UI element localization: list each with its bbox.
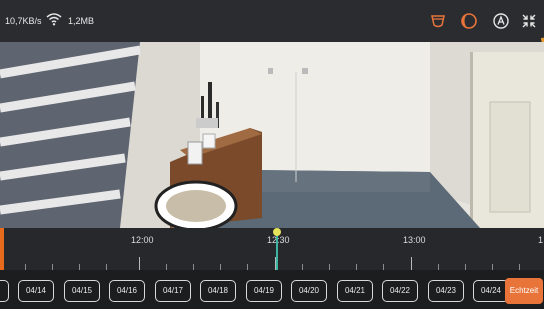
ptz-icon[interactable]	[429, 12, 447, 30]
camera-image	[0, 42, 544, 228]
auto-mode-icon[interactable]	[492, 12, 510, 30]
wifi-icon	[46, 13, 62, 26]
playback-timeline[interactable]: 12:00 12:30 13:00 1	[0, 228, 544, 270]
timeline-label: 12:30	[267, 235, 290, 245]
timeline-tick	[139, 257, 140, 270]
date-chip-partial[interactable]	[0, 280, 9, 302]
timeline-cursor[interactable]	[276, 232, 278, 270]
timeline-label: 13:00	[403, 235, 426, 245]
date-chip[interactable]: 04/22	[382, 280, 418, 302]
timeline-label: 12:00	[131, 235, 154, 245]
data-usage: 1,2MB	[68, 16, 95, 26]
date-chip[interactable]: 04/24	[473, 280, 509, 302]
date-selector: 04/14 04/15 04/16 04/17 04/18 04/19 04/2…	[0, 270, 544, 309]
shrink-icon[interactable]	[520, 12, 538, 30]
timeline-label: 1	[538, 235, 544, 245]
date-chip[interactable]: 04/17	[155, 280, 191, 302]
date-chip[interactable]: 04/16	[109, 280, 145, 302]
date-chip[interactable]: 04/21	[337, 280, 373, 302]
timeline-start-marker	[0, 228, 4, 270]
camera-feed[interactable]	[0, 42, 544, 228]
date-chip[interactable]: 04/14	[18, 280, 54, 302]
night-mode-icon[interactable]	[460, 12, 478, 30]
date-chip[interactable]: 04/20	[291, 280, 327, 302]
date-chip[interactable]: 04/18	[200, 280, 236, 302]
date-chip[interactable]: 04/23	[428, 280, 464, 302]
status-bar: 10,7KB/s 1,2MB	[0, 0, 544, 79]
date-chip[interactable]: 04/19	[246, 280, 282, 302]
timeline-tick	[411, 257, 412, 270]
date-chip[interactable]: 04/15	[64, 280, 100, 302]
live-view-button[interactable]: Echtzeit	[505, 278, 543, 304]
timeline-cursor-handle[interactable]	[273, 228, 281, 236]
network-speed: 10,7KB/s	[5, 16, 42, 26]
